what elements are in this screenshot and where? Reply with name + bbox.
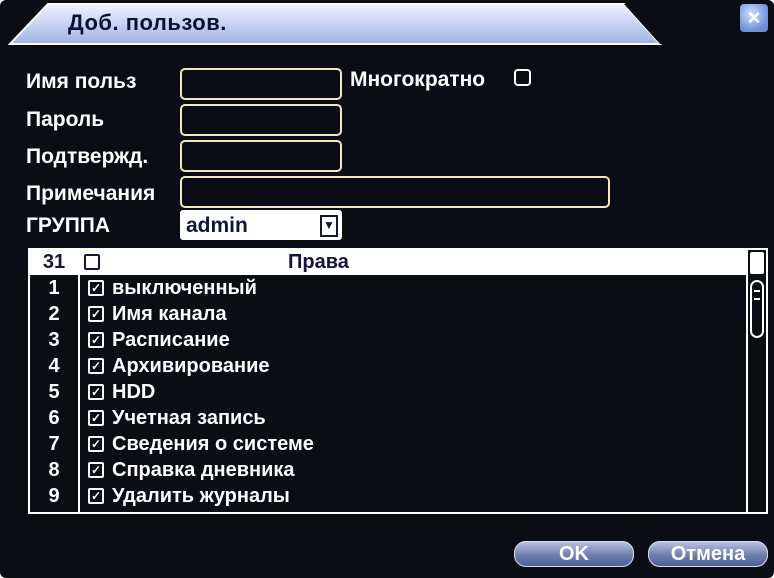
right-checkbox[interactable]: ✓: [88, 436, 104, 452]
right-label: выключенный: [112, 277, 257, 299]
scrollbar-thumb[interactable]: [750, 280, 764, 338]
table-row[interactable]: 4 ✓ Архивирование: [30, 354, 744, 379]
right-checkbox[interactable]: ✓: [88, 410, 104, 426]
right-checkbox[interactable]: ✓: [88, 384, 104, 400]
row-number: 9: [48, 485, 60, 507]
username-input[interactable]: [180, 68, 342, 100]
close-button[interactable]: ×: [740, 4, 768, 32]
rights-count: 31: [42, 251, 66, 273]
right-label: HDD: [112, 381, 156, 403]
confirm-label: Подтвержд.: [26, 145, 149, 168]
dialog-title: Доб. пользов.: [68, 10, 227, 35]
right-label: Архивирование: [112, 355, 270, 377]
rights-column-header: Права: [288, 251, 349, 273]
chevron-down-icon[interactable]: ▼: [320, 215, 338, 237]
multiple-label: Многократно: [350, 68, 486, 91]
right-label: Учетная запись: [112, 407, 266, 429]
table-row[interactable]: 1 ✓ выключенный: [30, 276, 744, 301]
group-select[interactable]: admin ▼: [180, 210, 342, 240]
row-number: 7: [48, 433, 60, 455]
right-checkbox[interactable]: ✓: [88, 462, 104, 478]
title-bar: Доб. пользов. ×: [0, 0, 774, 48]
table-row[interactable]: 6 ✓ Учетная запись: [30, 406, 744, 431]
add-user-dialog: Доб. пользов. × Имя польз Многократно Па…: [0, 0, 774, 578]
row-number: 4: [48, 355, 60, 377]
right-checkbox[interactable]: ✓: [88, 280, 104, 296]
table-row[interactable]: 3 ✓ Расписание: [30, 328, 744, 353]
table-row[interactable]: 2 ✓ Имя канала: [30, 302, 744, 327]
right-checkbox[interactable]: ✓: [88, 488, 104, 504]
right-checkbox[interactable]: ✓: [88, 306, 104, 322]
grip-icon: [754, 290, 760, 300]
right-label: Справка дневника: [112, 459, 295, 481]
row-number: 1: [48, 277, 60, 299]
table-row[interactable]: 9 ✓ Удалить журналы: [30, 484, 744, 509]
username-label: Имя польз: [26, 70, 137, 93]
right-label: Сведения о системе: [112, 433, 314, 455]
multiple-checkbox[interactable]: [514, 69, 531, 86]
right-checkbox[interactable]: ✓: [88, 358, 104, 374]
notes-input[interactable]: [180, 176, 610, 208]
confirm-password-input[interactable]: [180, 140, 342, 172]
row-number: 2: [48, 303, 60, 325]
right-label: Расписание: [112, 329, 230, 351]
row-number: 6: [48, 407, 60, 429]
group-select-value: admin: [186, 214, 248, 237]
password-label: Пароль: [26, 108, 105, 131]
row-number: 8: [48, 459, 60, 481]
right-label: Удалить журналы: [112, 485, 290, 507]
table-row[interactable]: 8 ✓ Справка дневника: [30, 458, 744, 483]
notes-label: Примечания: [26, 182, 156, 205]
right-label: Имя канала: [112, 303, 227, 325]
scrollbar[interactable]: [746, 250, 766, 512]
cancel-button[interactable]: Отмена: [648, 541, 768, 567]
right-checkbox[interactable]: ✓: [88, 332, 104, 348]
ok-button[interactable]: OK: [514, 541, 634, 567]
row-number: 3: [48, 329, 60, 351]
table-row[interactable]: 7 ✓ Сведения о системе: [30, 432, 744, 457]
table-row[interactable]: 5 ✓ HDD: [30, 380, 744, 405]
row-number: 5: [48, 381, 60, 403]
password-input[interactable]: [180, 104, 342, 136]
rights-table-header: 31 Права: [30, 250, 766, 275]
rights-table: 31 Права 1 ✓ выключенный 2 ✓ Имя канала 3 ✓ Расп…: [28, 248, 768, 514]
group-label: ГРУППА: [26, 214, 111, 237]
scrollbar-top: [750, 252, 764, 274]
select-all-checkbox[interactable]: [84, 254, 100, 270]
